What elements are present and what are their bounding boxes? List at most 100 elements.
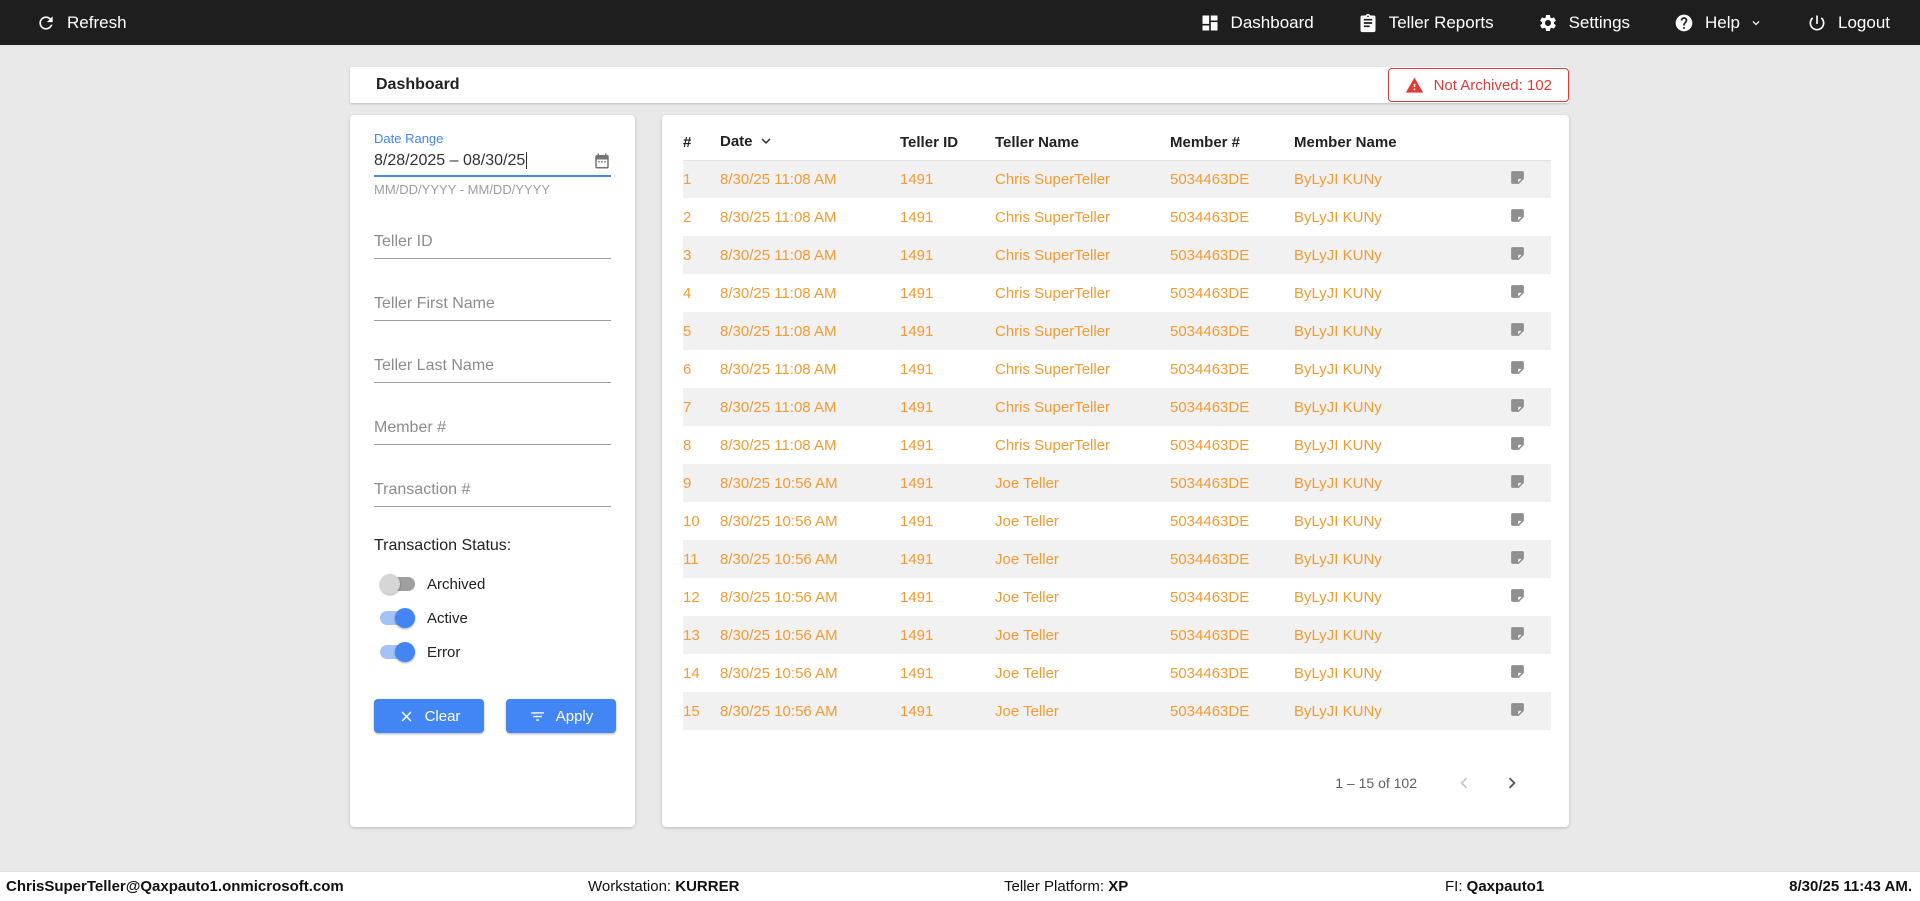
table-row[interactable]: 2 8/30/25 11:08 AM 1491 Chris SuperTelle… xyxy=(683,198,1551,236)
cell-note xyxy=(1484,540,1551,578)
note-icon[interactable] xyxy=(1509,283,1526,300)
cell-note xyxy=(1484,692,1551,730)
teller-id-input[interactable] xyxy=(374,225,611,259)
cell-teller-name: Joe Teller xyxy=(995,578,1170,616)
nav-teller-reports[interactable]: Teller Reports xyxy=(1358,13,1494,33)
dashboard-icon xyxy=(1200,13,1220,33)
teller-last-name-input[interactable] xyxy=(374,349,611,383)
cell-date: 8/30/25 11:08 AM xyxy=(720,160,900,198)
sort-desc-icon xyxy=(757,132,775,154)
cell-member-number: 5034463DE xyxy=(1170,426,1294,464)
active-switch[interactable] xyxy=(380,611,415,625)
cell-member-number: 5034463DE xyxy=(1170,236,1294,274)
note-icon[interactable] xyxy=(1509,397,1526,414)
member-number-input[interactable] xyxy=(374,411,611,445)
statusbar: ChrisSuperTeller@Qaxpauto1.onmicrosoft.c… xyxy=(0,871,1920,901)
note-icon[interactable] xyxy=(1509,663,1526,680)
note-icon[interactable] xyxy=(1509,549,1526,566)
table-row[interactable]: 5 8/30/25 11:08 AM 1491 Chris SuperTelle… xyxy=(683,312,1551,350)
table-row[interactable]: 11 8/30/25 10:56 AM 1491 Joe Teller 5034… xyxy=(683,540,1551,578)
power-icon xyxy=(1807,13,1827,33)
nav-help[interactable]: Help xyxy=(1674,13,1763,33)
filter-actions: Clear Apply xyxy=(374,699,611,733)
table-row[interactable]: 4 8/30/25 11:08 AM 1491 Chris SuperTelle… xyxy=(683,274,1551,312)
previous-page-button xyxy=(1451,770,1477,796)
note-icon[interactable] xyxy=(1509,245,1526,262)
note-icon[interactable] xyxy=(1509,587,1526,604)
cell-note xyxy=(1484,236,1551,274)
cell-teller-id: 1491 xyxy=(900,350,995,388)
cell-teller-name: Joe Teller xyxy=(995,502,1170,540)
note-icon[interactable] xyxy=(1509,625,1526,642)
cell-row-number: 3 xyxy=(683,236,720,274)
refresh-button[interactable]: Refresh xyxy=(36,13,127,33)
table-body: 1 8/30/25 11:08 AM 1491 Chris SuperTelle… xyxy=(683,160,1551,730)
cell-member-number: 5034463DE xyxy=(1170,464,1294,502)
toggle-active-label: Active xyxy=(427,610,468,627)
table-row[interactable]: 15 8/30/25 10:56 AM 1491 Joe Teller 5034… xyxy=(683,692,1551,730)
toggle-archived-label: Archived xyxy=(427,576,485,593)
table-row[interactable]: 7 8/30/25 11:08 AM 1491 Chris SuperTelle… xyxy=(683,388,1551,426)
note-icon[interactable] xyxy=(1509,511,1526,528)
topbar: Refresh Dashboard Teller Reports Setting… xyxy=(0,0,1920,45)
table-row[interactable]: 8 8/30/25 11:08 AM 1491 Chris SuperTelle… xyxy=(683,426,1551,464)
refresh-icon xyxy=(36,13,56,33)
date-range-input[interactable]: 8/28/2025 – 08/30/25 xyxy=(374,148,611,177)
cell-teller-id: 1491 xyxy=(900,692,995,730)
cell-member-name: ByLyJI KUNy xyxy=(1294,388,1484,426)
cell-row-number: 4 xyxy=(683,274,720,312)
toggle-archived[interactable]: Archived xyxy=(374,567,611,601)
note-icon[interactable] xyxy=(1509,321,1526,338)
note-icon[interactable] xyxy=(1509,359,1526,376)
cell-row-number: 2 xyxy=(683,198,720,236)
cell-member-name: ByLyJI KUNy xyxy=(1294,236,1484,274)
toggle-active[interactable]: Active xyxy=(374,601,611,635)
table-row[interactable]: 12 8/30/25 10:56 AM 1491 Joe Teller 5034… xyxy=(683,578,1551,616)
cell-teller-name: Joe Teller xyxy=(995,616,1170,654)
teller-first-name-input[interactable] xyxy=(374,287,611,321)
not-archived-badge: Not Archived: 102 xyxy=(1388,68,1569,102)
text-caret xyxy=(526,152,527,169)
clear-button[interactable]: Clear xyxy=(374,699,484,733)
toggle-error[interactable]: Error xyxy=(374,635,611,669)
pagination-range-label: 1 – 15 of 102 xyxy=(1335,775,1417,791)
table-row[interactable]: 14 8/30/25 10:56 AM 1491 Joe Teller 5034… xyxy=(683,654,1551,692)
nav-settings[interactable]: Settings xyxy=(1538,13,1630,33)
error-switch[interactable] xyxy=(380,645,415,659)
note-icon[interactable] xyxy=(1509,169,1526,186)
cell-date: 8/30/25 11:08 AM xyxy=(720,198,900,236)
note-icon[interactable] xyxy=(1509,701,1526,718)
cell-member-number: 5034463DE xyxy=(1170,274,1294,312)
cell-member-name: ByLyJI KUNy xyxy=(1294,540,1484,578)
cell-note xyxy=(1484,274,1551,312)
nav-logout[interactable]: Logout xyxy=(1807,13,1890,33)
table-row[interactable]: 9 8/30/25 10:56 AM 1491 Joe Teller 50344… xyxy=(683,464,1551,502)
table-row[interactable]: 1 8/30/25 11:08 AM 1491 Chris SuperTelle… xyxy=(683,160,1551,198)
transaction-number-input[interactable] xyxy=(374,473,611,507)
note-icon[interactable] xyxy=(1509,207,1526,224)
archived-switch[interactable] xyxy=(380,577,415,591)
cell-date: 8/30/25 10:56 AM xyxy=(720,540,900,578)
column-header-teller-id: Teller ID xyxy=(900,126,995,160)
cell-teller-name: Joe Teller xyxy=(995,464,1170,502)
note-icon[interactable] xyxy=(1509,473,1526,490)
calendar-icon[interactable] xyxy=(593,152,611,170)
column-header-date[interactable]: Date xyxy=(720,126,900,160)
apply-button[interactable]: Apply xyxy=(506,699,616,733)
cell-member-name: ByLyJI KUNy xyxy=(1294,654,1484,692)
pagination: 1 – 15 of 102 xyxy=(683,770,1551,796)
cell-row-number: 11 xyxy=(683,540,720,578)
cell-date: 8/30/25 11:08 AM xyxy=(720,388,900,426)
cell-row-number: 9 xyxy=(683,464,720,502)
nav-dashboard-label: Dashboard xyxy=(1231,13,1314,33)
table-row[interactable]: 3 8/30/25 11:08 AM 1491 Chris SuperTelle… xyxy=(683,236,1551,274)
column-header-member-number: Member # xyxy=(1170,126,1294,160)
nav-dashboard[interactable]: Dashboard xyxy=(1200,13,1314,33)
table-row[interactable]: 10 8/30/25 10:56 AM 1491 Joe Teller 5034… xyxy=(683,502,1551,540)
note-icon[interactable] xyxy=(1509,435,1526,452)
cell-note xyxy=(1484,502,1551,540)
table-row[interactable]: 13 8/30/25 10:56 AM 1491 Joe Teller 5034… xyxy=(683,616,1551,654)
next-page-button[interactable] xyxy=(1499,770,1525,796)
table-row[interactable]: 6 8/30/25 11:08 AM 1491 Chris SuperTelle… xyxy=(683,350,1551,388)
cell-note xyxy=(1484,464,1551,502)
